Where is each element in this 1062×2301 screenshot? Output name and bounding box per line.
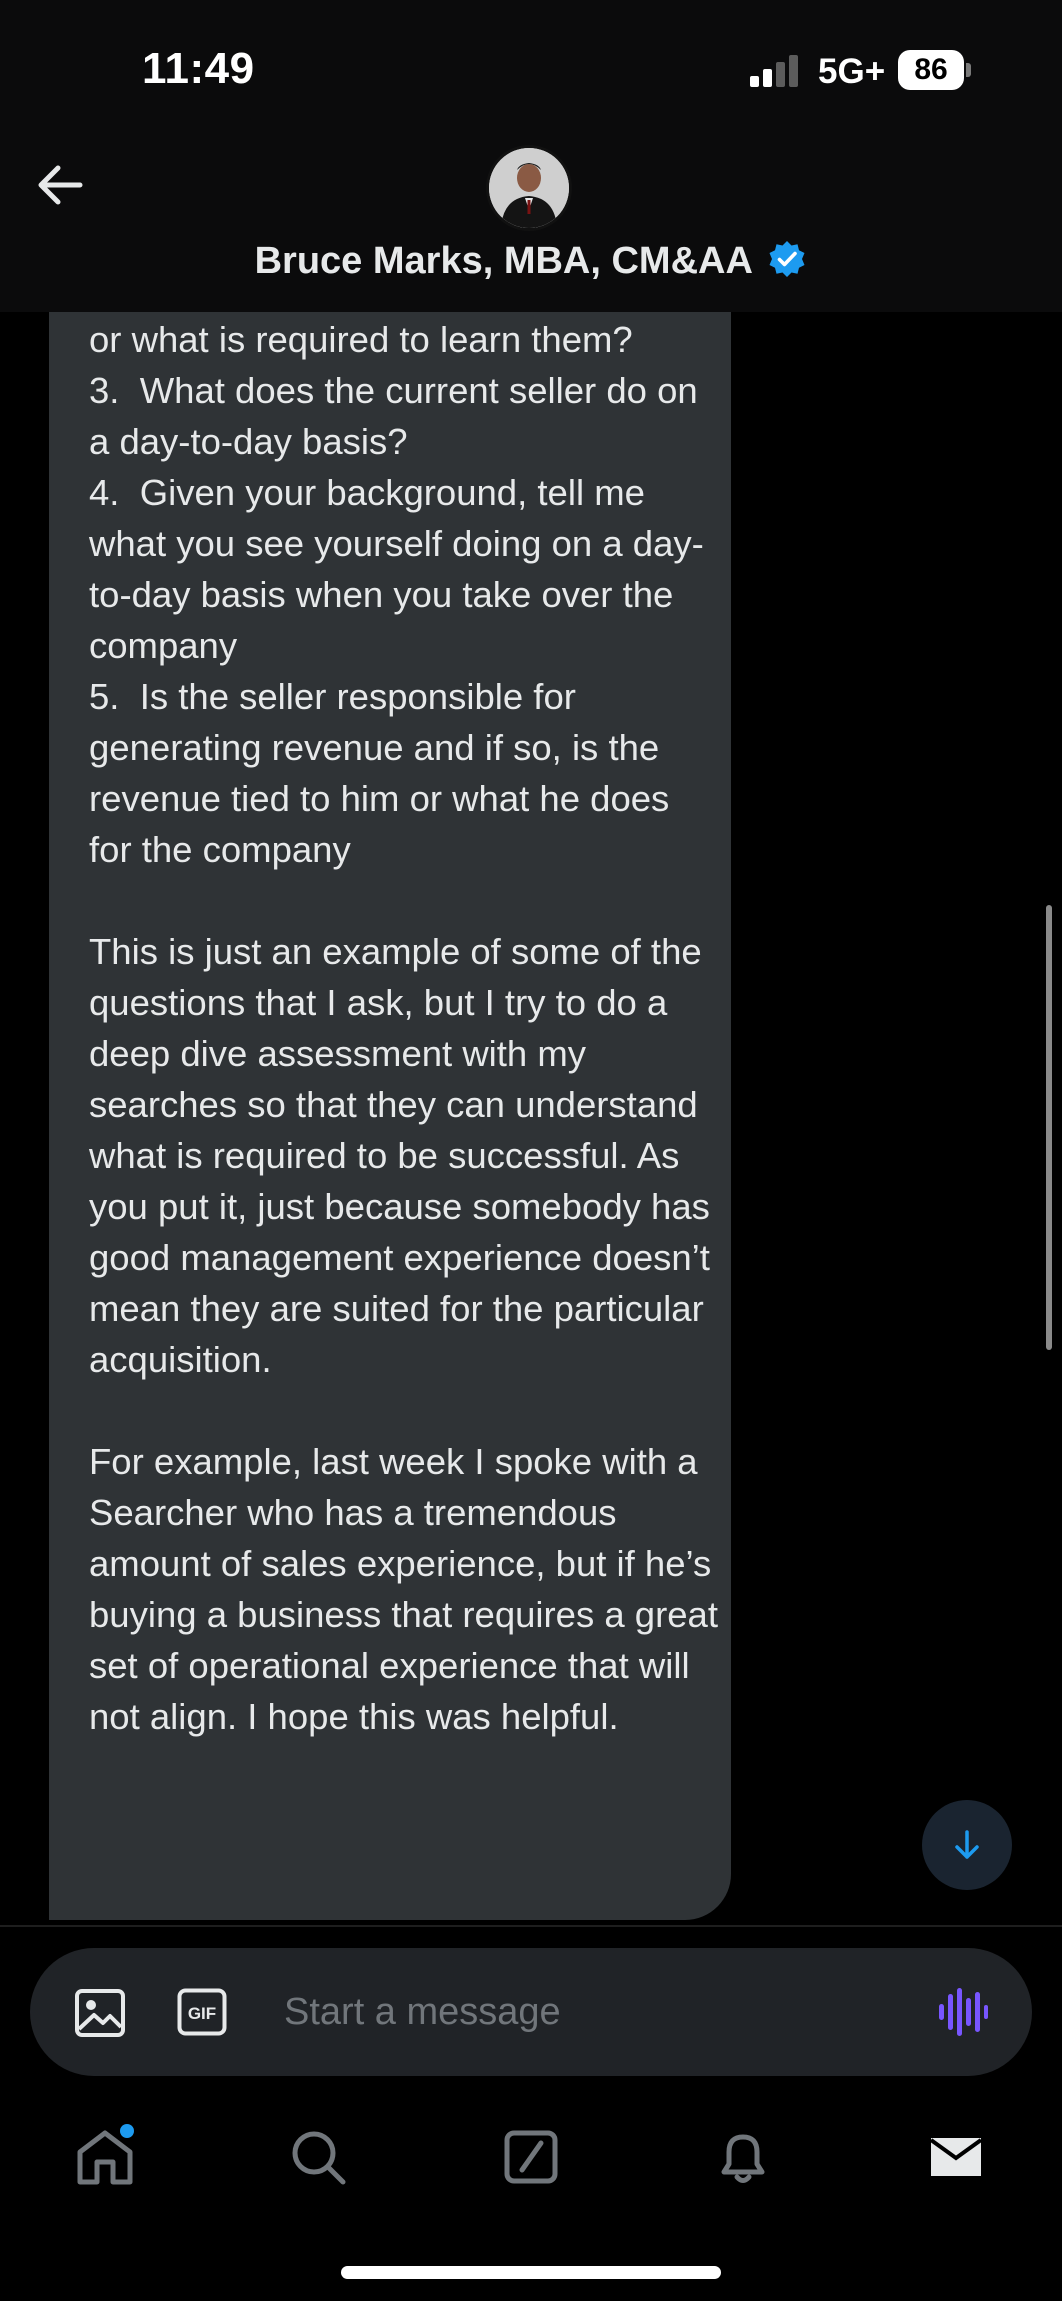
message-input[interactable] [284,1976,884,2048]
received-message-bubble: or what is required to learn them? 3. Wh… [49,260,731,1920]
compose-icon [504,2130,558,2184]
search-icon [292,2131,346,2185]
tab-notifications[interactable] [708,2122,778,2192]
message-text: or what is required to learn them? 3. Wh… [89,319,719,1737]
avatar-portrait [489,148,569,228]
bell-icon [721,2134,765,2183]
voice-message-icon[interactable] [938,1986,988,2038]
image-icon[interactable] [74,1988,126,2038]
status-bar: 11:49 5G+ 86 [0,0,1062,130]
scrollbar-thumb[interactable] [1046,905,1052,1350]
back-arrow-icon[interactable] [30,155,90,215]
tab-home[interactable] [70,2122,140,2192]
network-type: 5G+ [818,52,886,91]
bottom-tab-bar [0,2100,1062,2210]
cellular-signal-icon [750,55,798,87]
battery-cap [966,63,971,77]
gif-icon: GIF [177,1988,227,2036]
verified-badge-icon [769,240,805,277]
message-composer: GIF [30,1948,1032,2076]
scroll-to-bottom-button[interactable] [922,1800,1012,1890]
conversation-header: 11:49 5G+ 86 Bruce Marks, MBA, CM&AA [0,0,1062,312]
contact-avatar[interactable] [486,145,572,231]
gif-button[interactable]: GIF [177,1988,227,2036]
contact-name-row[interactable]: Bruce Marks, MBA, CM&AA [0,240,1062,283]
tab-search[interactable] [283,2122,353,2192]
envelope-icon [929,2138,983,2176]
home-indicator [341,2266,721,2279]
tab-grok[interactable] [496,2122,566,2192]
contact-name: Bruce Marks, MBA, CM&AA [254,240,753,282]
composer-divider [0,1925,1062,1927]
tab-messages[interactable] [921,2122,991,2192]
battery-indicator: 86 [898,50,971,90]
gif-label: GIF [188,2004,216,2023]
home-notification-dot [120,2124,134,2138]
arrow-down-icon [955,1830,979,1859]
status-time: 11:49 [142,44,255,93]
battery-level: 86 [898,50,964,90]
dm-conversation-screen: or what is required to learn them? 3. Wh… [0,0,1062,2301]
